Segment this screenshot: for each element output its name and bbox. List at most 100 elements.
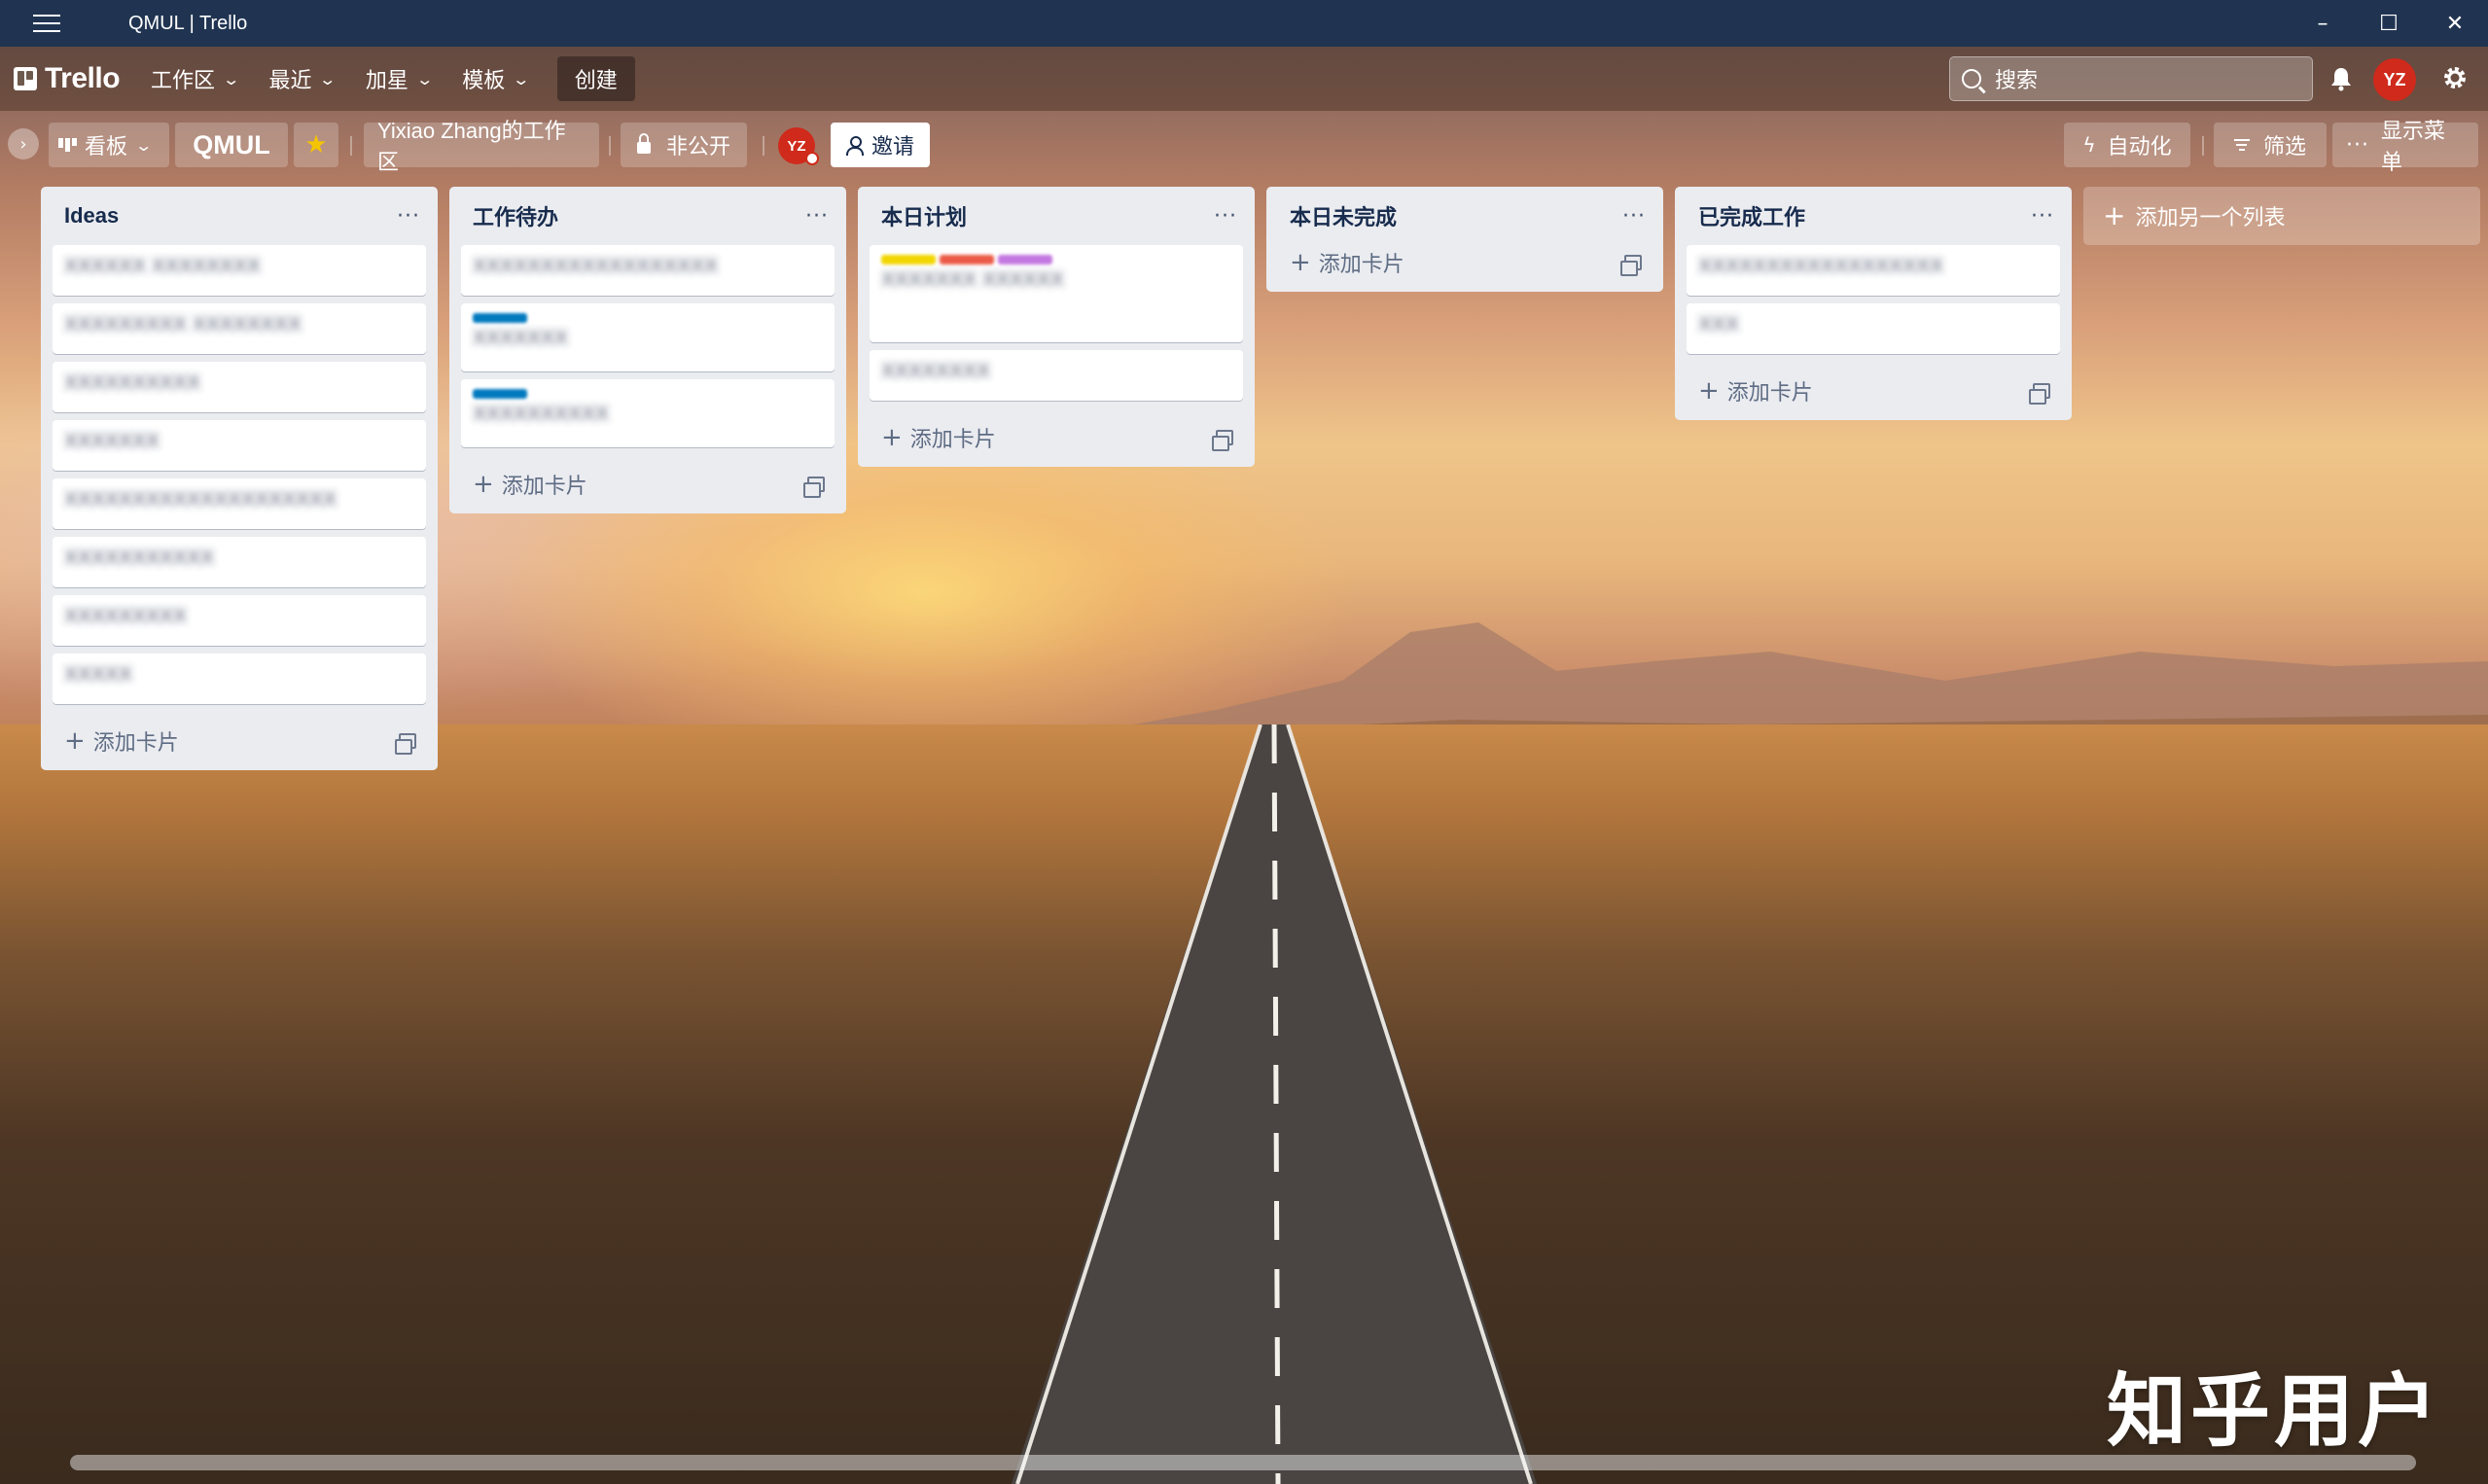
card-template-icon[interactable] xyxy=(1212,430,1233,451)
horizontal-scrollbar[interactable] xyxy=(70,1455,2416,1470)
list-title[interactable]: 本日计划 xyxy=(881,200,967,231)
list-more-icon[interactable]: ··· xyxy=(1622,204,1646,229)
add-card-button[interactable]: + 添加卡片 xyxy=(64,725,179,757)
list-footer: + 添加卡片 xyxy=(1687,362,2060,420)
logo-text: Trello xyxy=(45,62,121,94)
card[interactable]: XXXXXXXXXXXXXXXXXX xyxy=(461,245,835,296)
divider xyxy=(609,136,611,156)
card-title: XXXXX xyxy=(64,663,133,686)
minimize-icon[interactable]: – xyxy=(2290,0,2356,47)
add-card-button[interactable]: + 添加卡片 xyxy=(881,422,996,453)
invite-label: 邀请 xyxy=(871,135,914,159)
list-title[interactable]: 本日未完成 xyxy=(1290,200,1397,231)
add-card-button[interactable]: + 添加卡片 xyxy=(473,469,587,500)
sidebar-toggle-icon[interactable]: › xyxy=(8,128,39,159)
card-title: XXXXXXXXXX xyxy=(473,403,610,425)
card-template-icon[interactable] xyxy=(2029,383,2050,405)
nav-label: 工作区 xyxy=(151,69,216,93)
user-avatar[interactable]: YZ xyxy=(2373,58,2416,101)
close-icon[interactable]: ✕ xyxy=(2422,0,2488,47)
card[interactable]: XXX xyxy=(1687,303,2060,354)
nav-templates[interactable]: 模板 ⌄ xyxy=(448,57,541,100)
card-title: XXXXXXXXXXXXXXXXXX xyxy=(1698,255,1944,277)
plus-icon: + xyxy=(64,726,86,756)
nav-workspaces[interactable]: 工作区 ⌄ xyxy=(137,57,251,100)
card[interactable]: XXXXXXX xyxy=(461,303,835,371)
list-title[interactable]: Ideas xyxy=(64,203,119,229)
bell-icon[interactable] xyxy=(2327,62,2356,95)
card[interactable]: XXXXXXXXXXXXXXXXXX xyxy=(1687,245,2060,296)
card[interactable]: XXXXXXXXXX xyxy=(53,362,426,412)
add-card-button[interactable]: + 添加卡片 xyxy=(1290,247,1404,278)
add-person-icon xyxy=(845,136,864,156)
list-title[interactable]: 已完成工作 xyxy=(1698,200,1805,231)
list-header: Ideas ··· xyxy=(53,187,426,245)
add-list-button[interactable]: + 添加另一个列表 xyxy=(2083,187,2480,245)
nav-recent[interactable]: 最近 ⌄ xyxy=(255,57,347,100)
star-icon[interactable]: ★ xyxy=(294,123,338,167)
list-today-unfinished[interactable]: 本日未完成 ··· + 添加卡片 xyxy=(1266,187,1663,292)
list-more-icon[interactable]: ··· xyxy=(805,204,829,229)
create-button[interactable]: 创建 xyxy=(556,56,635,101)
invite-button[interactable]: 邀请 xyxy=(831,123,930,167)
trello-logo-icon xyxy=(14,67,37,90)
card-title: XXX xyxy=(1698,313,1740,336)
card[interactable]: XXXXXXX xyxy=(53,420,426,471)
list-more-icon[interactable]: ··· xyxy=(2031,204,2054,229)
list-done[interactable]: 已完成工作 ··· XXXXXXXXXXXXXXXXXX XXX + 添加卡片 xyxy=(1675,187,2072,420)
chevron-down-icon: ⌄ xyxy=(134,135,154,155)
gear-icon[interactable] xyxy=(2439,62,2470,93)
list-more-icon[interactable]: ··· xyxy=(1214,204,1237,229)
board-view-switcher[interactable]: 看板 ⌄ xyxy=(49,123,169,167)
card-title: XXXXXXXXXXXXXXXXXXXX xyxy=(64,488,338,511)
list-footer: + 添加卡片 xyxy=(53,712,426,770)
divider xyxy=(350,136,352,156)
card-title: XXXXXX XXXXXXXX xyxy=(64,255,261,277)
list-today-plan[interactable]: 本日计划 ··· XXXXXXX XXXXXX XXXXXXXX + 添加卡片 xyxy=(858,187,1255,467)
search-input[interactable]: 搜索 xyxy=(1949,56,2313,101)
list-ideas[interactable]: Ideas ··· XXXXXX XXXXXXXX XXXXXXXXX XXXX… xyxy=(41,187,438,770)
window-title: QMUL | Trello xyxy=(128,12,248,34)
add-card-button[interactable]: + 添加卡片 xyxy=(1698,375,1813,406)
list-title[interactable]: 工作待办 xyxy=(473,200,558,231)
automation-label: 自动化 xyxy=(2107,135,2172,159)
card[interactable]: XXXXXXXXXXX xyxy=(53,537,426,587)
card[interactable]: XXXXXXXXXXXXXXXXXXXX xyxy=(53,478,426,529)
filter-button[interactable]: 筛选 xyxy=(2214,123,2327,167)
card-labels xyxy=(881,255,1231,265)
visibility-button[interactable]: 非公开 xyxy=(621,123,747,167)
workspace-button[interactable]: Yixiao Zhang的工作区 xyxy=(364,119,599,174)
card-title: XXXXXXXXXXX xyxy=(64,547,215,569)
automation-button[interactable]: ϟ 自动化 xyxy=(2064,123,2190,167)
card-template-icon[interactable] xyxy=(803,477,825,498)
card[interactable]: XXXXXXXXX XXXXXXXX xyxy=(53,303,426,354)
filter-label: 筛选 xyxy=(2262,135,2306,159)
plus-icon: + xyxy=(1698,376,1720,406)
list-more-icon[interactable]: ··· xyxy=(397,204,420,229)
nav-starred[interactable]: 加星 ⌄ xyxy=(352,57,444,100)
more-icon: ··· xyxy=(2346,132,2369,158)
watermark: 知乎用户 xyxy=(2107,1365,2442,1458)
plus-icon: + xyxy=(1290,248,1311,277)
card-title: XXXXXXXXX XXXXXXXX xyxy=(64,313,302,336)
card[interactable]: XXXXXX XXXXXXXX xyxy=(53,245,426,296)
card-labels xyxy=(473,389,823,399)
card[interactable]: XXXXXXX XXXXXX xyxy=(870,245,1243,342)
search-placeholder: 搜索 xyxy=(1995,69,2039,93)
card-title: XXXXXXX xyxy=(473,327,569,349)
card-title: XXXXXXXXXX xyxy=(64,371,201,394)
list-todo[interactable]: 工作待办 ··· XXXXXXXXXXXXXXXXXX XXXXXXX XXXX… xyxy=(449,187,846,513)
card[interactable]: XXXXXXXXXX xyxy=(461,379,835,447)
chevron-down-icon: ⌄ xyxy=(222,69,241,88)
board-title[interactable]: QMUL xyxy=(175,123,288,167)
trello-logo[interactable]: Trello xyxy=(14,59,121,98)
card[interactable]: XXXXXXXX xyxy=(870,350,1243,401)
hamburger-menu-icon[interactable] xyxy=(25,12,68,35)
list-header: 本日计划 ··· xyxy=(870,187,1243,245)
card-template-icon[interactable] xyxy=(1620,255,1642,276)
card[interactable]: XXXXXXXXX xyxy=(53,595,426,646)
show-menu-button[interactable]: ··· 显示菜单 xyxy=(2332,120,2478,175)
maximize-icon[interactable]: ☐ xyxy=(2356,0,2422,47)
card-template-icon[interactable] xyxy=(395,733,416,755)
card[interactable]: XXXXX xyxy=(53,654,426,704)
